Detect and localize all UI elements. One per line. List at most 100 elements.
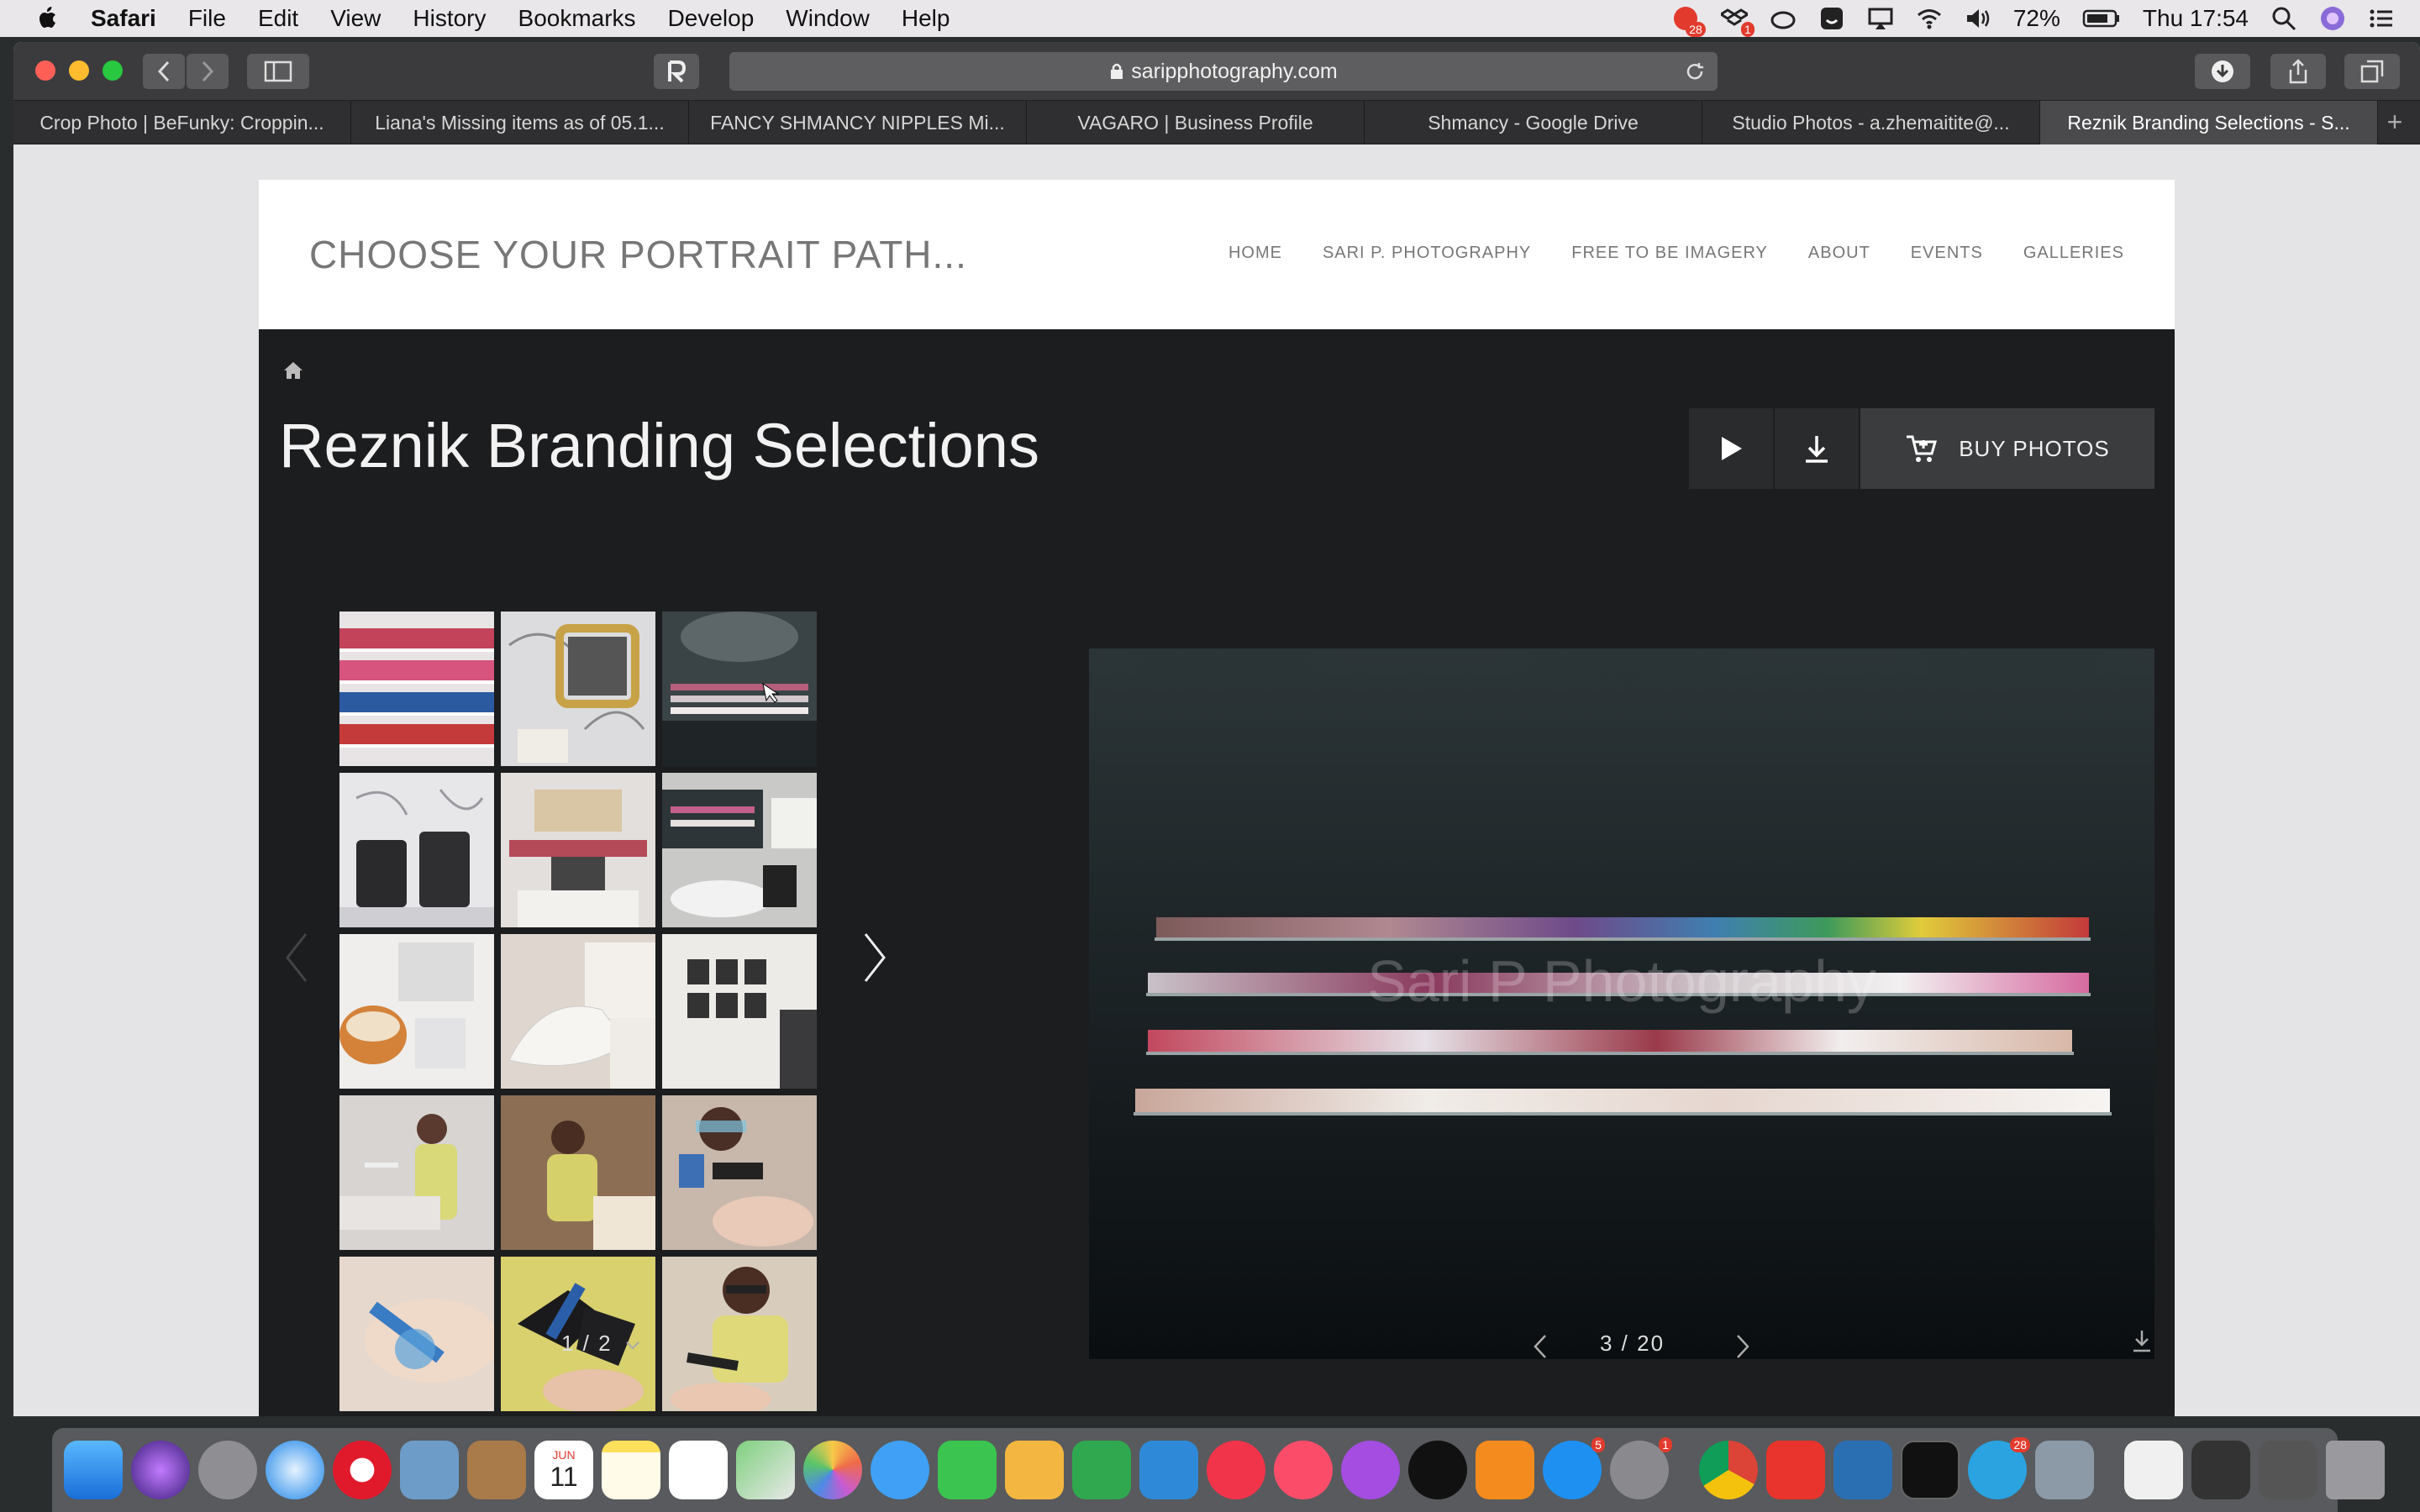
dock-vscode-icon[interactable] [1833, 1441, 1892, 1499]
menu-file[interactable]: File [188, 5, 226, 32]
thumbs-prev-arrow-icon[interactable] [284, 932, 309, 983]
close-window-button[interactable] [35, 60, 55, 81]
thumbnail-page-selector[interactable]: 1 / 2 [561, 1331, 640, 1357]
photo-download-icon[interactable] [2131, 1329, 2153, 1354]
battery-icon[interactable] [2082, 5, 2121, 32]
dock-podcasts-icon[interactable] [1341, 1441, 1400, 1499]
dock-news-icon[interactable] [1207, 1441, 1265, 1499]
tab-befunky[interactable]: Crop Photo | BeFunky: Croppin... [13, 101, 351, 144]
menu-bookmarks[interactable]: Bookmarks [518, 5, 636, 32]
thumbnail-technician-lamp[interactable] [339, 1095, 494, 1250]
dropbox-icon[interactable]: 1 [1718, 5, 1754, 37]
dock-system-preferences-icon[interactable]: 1 [1610, 1437, 1672, 1499]
dock-maps-icon[interactable] [736, 1441, 795, 1499]
notification-center-icon[interactable] [2368, 5, 2395, 32]
menu-develop[interactable]: Develop [668, 5, 755, 32]
nav-about[interactable]: ABOUT [1808, 244, 1870, 263]
dock-mail-icon[interactable] [400, 1441, 459, 1499]
dock-appstore-icon[interactable]: 5 [1543, 1437, 1605, 1499]
airplay-icon[interactable] [1867, 5, 1894, 32]
new-tab-button[interactable]: + [2378, 101, 2412, 144]
share-button[interactable] [2270, 54, 2326, 89]
dock-photos-icon[interactable] [803, 1441, 862, 1499]
nav-events[interactable]: EVENTS [1911, 244, 1983, 263]
thumbnail-polish-shelves-dark[interactable] [662, 612, 817, 766]
menu-history[interactable]: History [413, 5, 486, 32]
cloud-sync-icon[interactable] [1770, 5, 1797, 32]
smiley-app-icon[interactable] [1818, 5, 1845, 32]
thumbnail-manicure-station[interactable] [501, 773, 655, 927]
menu-app-name[interactable]: Safari [91, 5, 156, 32]
dock-finder-icon[interactable] [64, 1441, 123, 1499]
dock-music-icon[interactable] [1274, 1441, 1333, 1499]
thumbnail-technician-focus[interactable] [662, 1257, 817, 1411]
nav-galleries[interactable]: GALLERIES [2023, 244, 2124, 263]
spotlight-search-icon[interactable] [2270, 5, 2297, 32]
home-icon[interactable] [282, 360, 304, 381]
dock-launchpad-icon[interactable] [198, 1441, 257, 1499]
dock-pdf-expert-icon[interactable] [1766, 1441, 1825, 1499]
menu-edit[interactable]: Edit [258, 5, 298, 32]
thumbnail-framed-certificates[interactable] [662, 934, 817, 1089]
clock[interactable]: Thu 17:54 [2143, 5, 2249, 32]
dock-pages-icon[interactable] [1005, 1441, 1064, 1499]
dock-preview-icon[interactable] [2035, 1441, 2094, 1499]
thumbnail-treatment-bed[interactable] [501, 934, 655, 1089]
dock-appletv-icon[interactable] [1408, 1441, 1467, 1499]
minimize-window-button[interactable] [69, 60, 89, 81]
tab-missing-items[interactable]: Liana's Missing items as of 05.1... [351, 101, 689, 144]
menu-window[interactable]: Window [786, 5, 870, 32]
dock-downloads-stack-icon[interactable] [2259, 1441, 2317, 1499]
thumbnail-tools-closeup[interactable] [339, 1257, 494, 1411]
siri-icon[interactable] [2319, 5, 2346, 32]
back-button[interactable] [143, 54, 185, 89]
dock-books-icon[interactable] [1476, 1441, 1534, 1499]
menu-view[interactable]: View [330, 5, 381, 32]
dock-document-stack-icon[interactable] [2124, 1441, 2183, 1499]
menu-help[interactable]: Help [902, 5, 950, 32]
tab-reznik-branding[interactable]: Reznik Branding Selections - S... [2040, 101, 2378, 144]
thumbnail-technician-working[interactable] [501, 1095, 655, 1250]
dock-calendar-icon[interactable]: JUN 11 [534, 1441, 593, 1499]
reload-icon[interactable] [1684, 60, 1706, 82]
dock-safari-icon[interactable] [266, 1441, 324, 1499]
tab-fancy-shmancy[interactable]: FANCY SHMANCY NIPPLES Mi... [689, 101, 1027, 144]
thumbs-next-arrow-icon[interactable] [862, 932, 887, 983]
dock-messages-icon[interactable] [871, 1441, 929, 1499]
nav-free-to-be-imagery[interactable]: FREE TO BE IMAGERY [1571, 244, 1768, 263]
photo-next-arrow-icon[interactable] [1734, 1334, 1751, 1359]
dock-siri-icon[interactable] [131, 1441, 190, 1499]
thumbnail-gold-mirror[interactable] [501, 612, 655, 766]
dock-facetime-icon[interactable] [938, 1441, 997, 1499]
tab-studio-photos[interactable]: Studio Photos - a.zhemaitite@... [1702, 101, 2040, 144]
thumbnail-salon-interior[interactable] [662, 773, 817, 927]
dock-reminders-icon[interactable] [669, 1441, 728, 1499]
dock-contacts-icon[interactable] [467, 1441, 526, 1499]
dock-numbers-icon[interactable] [1072, 1441, 1131, 1499]
dock-telegram-icon[interactable]: 28 [1968, 1437, 2030, 1499]
notification-app-icon[interactable]: 28 [1672, 5, 1706, 37]
apple-logo-icon[interactable] [34, 4, 62, 33]
tab-google-drive[interactable]: Shmancy - Google Drive [1365, 101, 1702, 144]
zoom-window-button[interactable] [103, 60, 123, 81]
thumbnail-wax-warmers[interactable] [339, 934, 494, 1089]
sidebar-toggle-button[interactable] [247, 54, 309, 89]
dock-terminal-icon[interactable] [1901, 1441, 1960, 1499]
dock-keynote-icon[interactable] [1139, 1441, 1198, 1499]
thumbnail-nail-polish-wall[interactable] [339, 612, 494, 766]
dock-trash-icon[interactable] [2326, 1441, 2385, 1499]
thumbnail-brow-treatment[interactable] [662, 1095, 817, 1250]
tab-overview-button[interactable] [2344, 54, 2400, 89]
dock-chrome-icon[interactable] [1699, 1441, 1758, 1499]
dock-opera-icon[interactable] [333, 1441, 392, 1499]
address-bar[interactable]: saripphotography.com [729, 52, 1718, 91]
site-title[interactable]: CHOOSE YOUR PORTRAIT PATH... [309, 232, 967, 277]
slideshow-button[interactable] [1689, 408, 1773, 489]
dock-notes-icon[interactable] [602, 1441, 660, 1499]
volume-icon[interactable] [1965, 5, 1991, 32]
nav-home[interactable]: HOME [1228, 244, 1282, 263]
wifi-icon[interactable] [1916, 5, 1943, 32]
thumbnail-pedicure-chairs[interactable] [339, 773, 494, 927]
photo-prev-arrow-icon[interactable] [1532, 1334, 1549, 1359]
dock-screenshots-stack-icon[interactable] [2191, 1441, 2250, 1499]
